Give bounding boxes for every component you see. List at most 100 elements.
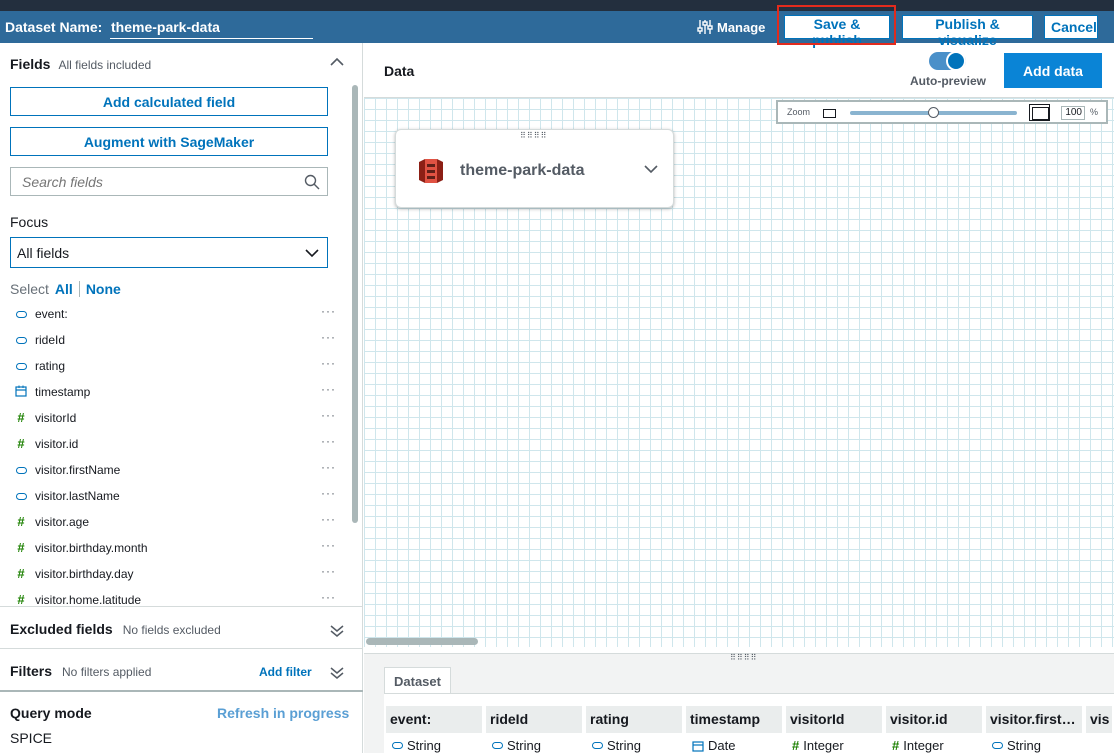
- calendar-icon: [692, 740, 704, 752]
- more-options-icon[interactable]: ···: [321, 382, 336, 396]
- s3-bucket-icon: [419, 159, 443, 183]
- fields-subtitle: All fields included: [58, 58, 152, 72]
- dataset-node[interactable]: ⠿⠿⠿⠿ theme-park-data: [395, 129, 674, 208]
- column-header[interactable]: event:: [386, 706, 482, 733]
- tab-dataset[interactable]: Dataset: [384, 667, 451, 694]
- field-item[interactable]: # visitor.birthday.month ···: [0, 535, 350, 561]
- auto-preview-toggle[interactable]: [929, 51, 966, 71]
- zoom-value-input[interactable]: 100: [1061, 106, 1085, 120]
- column-header[interactable]: visitor.id: [886, 706, 982, 733]
- select-all-link[interactable]: All: [55, 281, 73, 297]
- excluded-fields-subtitle: No fields excluded: [122, 623, 221, 637]
- column-type-label: String: [607, 738, 641, 753]
- more-options-icon[interactable]: ···: [321, 590, 336, 604]
- more-options-icon[interactable]: ···: [321, 512, 336, 526]
- fields-title: Fields: [10, 56, 51, 72]
- field-name: rideId: [35, 333, 66, 347]
- filters-title: Filters: [10, 663, 53, 679]
- focus-select[interactable]: All fields: [10, 237, 328, 268]
- field-name: timestamp: [35, 385, 91, 399]
- field-item[interactable]: # visitor.home.latitude ···: [0, 587, 350, 606]
- string-tag-icon: [492, 742, 503, 749]
- column-type: String: [992, 738, 1041, 753]
- search-fields-input[interactable]: [11, 168, 291, 195]
- hash-icon: #: [17, 410, 25, 425]
- select-none-link[interactable]: None: [86, 281, 121, 297]
- zoom-slider-handle[interactable]: [927, 107, 939, 118]
- more-options-icon[interactable]: ···: [321, 408, 336, 422]
- field-name: visitor.firstName: [35, 463, 121, 477]
- string-tag-icon: [592, 742, 603, 749]
- add-data-button[interactable]: Add data: [1004, 53, 1102, 88]
- column-type-label: String: [507, 738, 541, 753]
- column-type: String: [492, 738, 541, 753]
- more-options-icon[interactable]: ···: [321, 460, 336, 474]
- dataset-name-input[interactable]: theme-park-data: [110, 16, 313, 39]
- column-type-label: Integer: [803, 738, 844, 753]
- column-header[interactable]: visitorId: [786, 706, 882, 733]
- excluded-fields-header[interactable]: Excluded fields No fields excluded: [10, 621, 221, 637]
- column-header[interactable]: rideId: [486, 706, 582, 733]
- field-item[interactable]: rideId ···: [0, 327, 350, 353]
- column-header[interactable]: rating: [586, 706, 682, 733]
- data-canvas[interactable]: Zoom 100 % ⠿⠿⠿⠿ theme-park-data: [364, 97, 1114, 647]
- add-calculated-field-button[interactable]: Add calculated field: [10, 87, 328, 116]
- dataset-name-label: Dataset Name:: [5, 19, 103, 35]
- select-divider: [78, 281, 80, 297]
- field-item[interactable]: visitor.firstName ···: [0, 457, 350, 483]
- field-item[interactable]: timestamp ···: [0, 379, 350, 405]
- filters-header: Filters No filters applied: [10, 663, 151, 679]
- field-item[interactable]: rating ···: [0, 353, 350, 379]
- excluded-fields-title: Excluded fields: [10, 621, 113, 637]
- zoom-out-icon[interactable]: [823, 109, 836, 118]
- chevron-down-icon[interactable]: [644, 164, 658, 174]
- column-type-label: String: [1007, 738, 1041, 753]
- chevron-down-double-icon[interactable]: [330, 667, 344, 679]
- column-type: String: [592, 738, 641, 753]
- more-options-icon[interactable]: ···: [321, 486, 336, 500]
- more-options-icon[interactable]: ···: [321, 564, 336, 578]
- more-options-icon[interactable]: ···: [321, 434, 336, 448]
- resize-handle-icon[interactable]: ⠿⠿⠿⠿: [730, 654, 757, 662]
- more-options-icon[interactable]: ···: [321, 538, 336, 552]
- more-options-icon[interactable]: ···: [321, 304, 336, 318]
- zoom-fit-icon[interactable]: [1029, 104, 1050, 121]
- fields-header: Fields All fields included: [10, 56, 151, 72]
- toggle-knob: [946, 51, 966, 71]
- augment-sagemaker-button[interactable]: Augment with SageMaker: [10, 127, 328, 156]
- add-filter-link[interactable]: Add filter: [259, 665, 312, 679]
- more-options-icon[interactable]: ···: [321, 356, 336, 370]
- chevron-down-double-icon[interactable]: [330, 625, 344, 637]
- field-item[interactable]: # visitorId ···: [0, 405, 350, 431]
- hash-icon: #: [17, 436, 25, 451]
- data-title: Data: [384, 63, 415, 79]
- cancel-button[interactable]: Cancel: [1044, 15, 1098, 39]
- manage-button[interactable]: Manage: [697, 19, 765, 35]
- publish-visualize-button[interactable]: Publish & visualize: [902, 15, 1033, 48]
- drag-handle-icon[interactable]: ⠿⠿⠿⠿: [520, 132, 547, 140]
- hash-icon: #: [17, 540, 25, 555]
- field-item[interactable]: visitor.lastName ···: [0, 483, 350, 509]
- calendar-icon: [14, 385, 28, 399]
- search-icon[interactable]: [304, 174, 320, 190]
- divider: [0, 690, 363, 692]
- search-box: [10, 167, 328, 196]
- field-name: visitor.birthday.day: [35, 567, 134, 581]
- field-name: event:: [35, 307, 68, 321]
- field-item[interactable]: # visitor.birthday.day ···: [0, 561, 350, 587]
- column-header[interactable]: visitor.first…: [986, 706, 1082, 733]
- focus-select-value: All fields: [17, 245, 70, 261]
- canvas-scrollbar[interactable]: [366, 638, 478, 645]
- spice-label: SPICE: [10, 730, 53, 746]
- column-header[interactable]: timestamp: [686, 706, 782, 733]
- sliders-icon: [697, 20, 713, 34]
- field-item[interactable]: event: ···: [0, 301, 350, 327]
- column-header[interactable]: vis: [1086, 706, 1112, 733]
- field-item[interactable]: # visitor.id ···: [0, 431, 350, 457]
- column-type-label: Date: [708, 738, 736, 753]
- chevron-up-icon[interactable]: [330, 57, 344, 67]
- field-item[interactable]: # visitor.age ···: [0, 509, 350, 535]
- more-options-icon[interactable]: ···: [321, 330, 336, 344]
- field-list-scroll-thumb[interactable]: [352, 85, 358, 523]
- column-type: # Integer: [892, 738, 944, 753]
